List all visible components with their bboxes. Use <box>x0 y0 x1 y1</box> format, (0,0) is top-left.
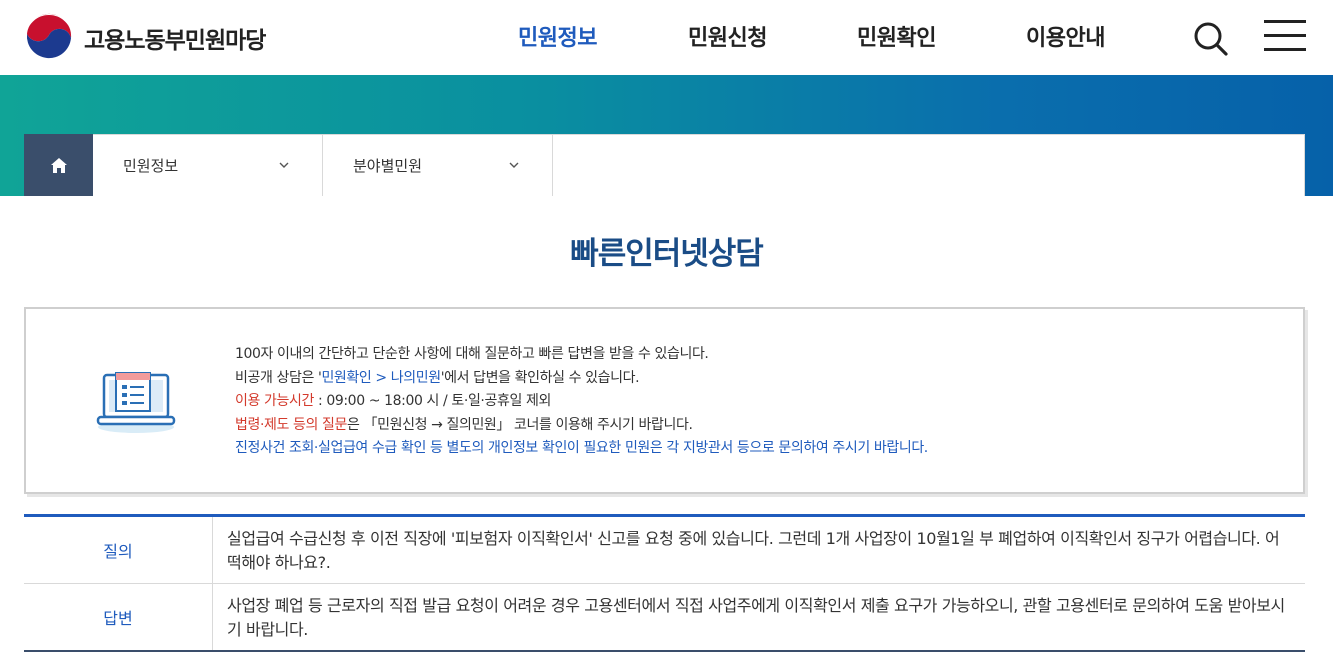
hamburger-icon[interactable] <box>1264 18 1306 54</box>
home-icon <box>50 157 67 173</box>
nav-item-apply[interactable]: 민원신청 <box>688 20 767 52</box>
breadcrumb-level1-label: 민원정보 <box>123 157 179 175</box>
nav-item-guide[interactable]: 이용안내 <box>1026 20 1105 52</box>
info-line-private: 비공개 상담은 '민원확인 > 나의민원'에서 답변을 확인하실 수 있습니다. <box>235 367 928 391</box>
question-text: 실업급여 수급신청 후 이전 직장에 '피보험자 이직확인서' 신고를 요청 중… <box>227 529 1280 572</box>
chevron-down-icon <box>279 162 289 168</box>
qa-table: 질의 실업급여 수급신청 후 이전 직장에 '피보험자 이직확인서' 신고를 요… <box>24 514 1305 652</box>
hours-label: 이용 가능시간 <box>235 393 314 409</box>
info-line-private-post: '에서 답변을 확인하실 수 있습니다. <box>440 369 640 386</box>
table-row: 질의 실업급여 수급신청 후 이전 직장에 '피보험자 이직확인서' 신고를 요… <box>24 517 1305 584</box>
breadcrumb: 민원정보 분야별민원 <box>24 134 1305 196</box>
nav-item-info[interactable]: 민원정보 <box>518 20 597 52</box>
law-label: 법령·제도 등의 질문 <box>235 416 347 433</box>
breadcrumb-level2-dropdown[interactable]: 분야별민원 <box>323 135 553 196</box>
info-box: 100자 이내의 간단하고 단순한 사항에 대해 질문하고 빠른 답변을 받을 … <box>24 307 1305 494</box>
hours-text: : 09:00 ~ 18:00 시 / 토·일·공휴일 제외 <box>313 393 551 409</box>
info-line-law: 법령·제도 등의 질문은 「민원신청 → 질의민원」 코너를 이용해 주시기 바… <box>235 414 928 438</box>
answer-text: 사업장 폐업 등 근로자의 직접 발급 요청이 어려운 경우 고용센터에서 직접… <box>227 596 1285 639</box>
site-header: 고용노동부민원마당 민원정보 민원신청 민원확인 이용안내 <box>0 0 1333 75</box>
breadcrumb-level1-dropdown[interactable]: 민원정보 <box>93 135 323 196</box>
table-row: 답변 사업장 폐업 등 근로자의 직접 발급 요청이 어려운 경우 고용센터에서… <box>24 584 1305 650</box>
laptop-checklist-icon <box>96 372 176 433</box>
info-line-notice: 진정사건 조회·실업급여 수급 확인 등 별도의 개인정보 확인이 필요한 민원… <box>235 440 928 456</box>
law-text: 은 「민원신청 → 질의민원」 코너를 이용해 주시기 바랍니다. <box>347 416 693 433</box>
main-nav: 민원정보 민원신청 민원확인 이용안내 <box>0 20 1333 52</box>
info-line-private-pre: 비공개 상담은 ' <box>235 369 322 386</box>
breadcrumb-home[interactable] <box>24 134 93 196</box>
info-text: 100자 이내의 간단하고 단순한 사항에 대해 질문하고 빠른 답변을 받을 … <box>235 343 928 461</box>
nav-item-check[interactable]: 민원확인 <box>857 20 936 52</box>
breadcrumb-level2-label: 분야별민원 <box>353 157 423 175</box>
info-line-intro: 100자 이내의 간단하고 단순한 사항에 대해 질문하고 빠른 답변을 받을 … <box>235 346 709 362</box>
search-icon[interactable] <box>1193 20 1229 56</box>
question-label: 질의 <box>24 517 213 583</box>
answer-label: 답변 <box>24 584 213 650</box>
page-title: 빠른인터넷상담 <box>570 236 764 272</box>
info-line-hours: 이용 가능시간 : 09:00 ~ 18:00 시 / 토·일·공휴일 제외 <box>235 390 928 414</box>
my-civil-link[interactable]: 민원확인 > 나의민원 <box>321 370 441 386</box>
chevron-down-icon <box>509 162 519 168</box>
